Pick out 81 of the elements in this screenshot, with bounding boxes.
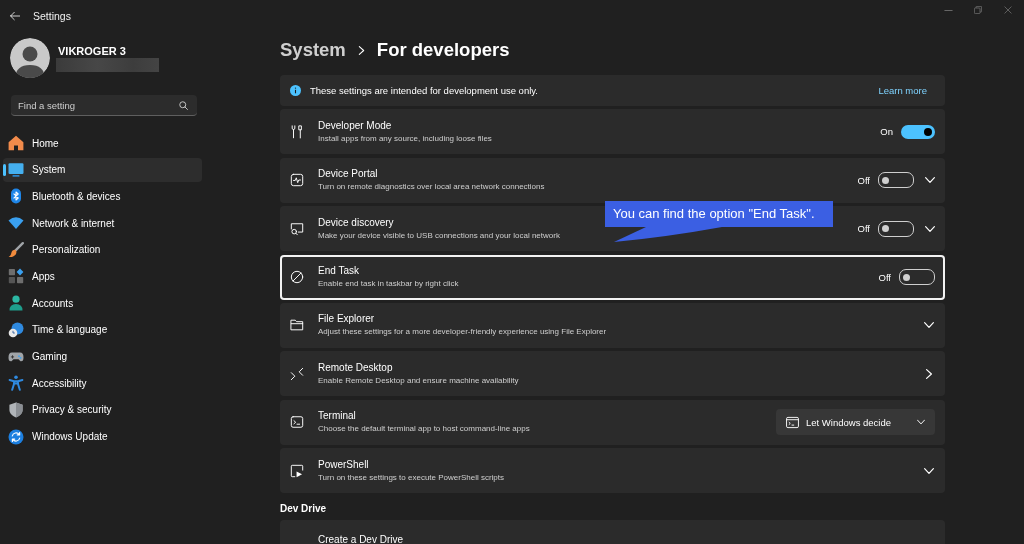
setting-card[interactable]: PowerShell Turn on these settings to execute PowerShell scripts [280,448,945,494]
monitor-icon [8,161,24,178]
setting-title: Create a Dev Drive [318,534,404,544]
search-field[interactable]: Find a setting [11,95,197,116]
window-title: Settings [33,10,71,22]
terminal-dropdown[interactable]: Let Windows decide [776,409,935,436]
setting-description: Choose the default terminal app to host command-line apps [318,423,530,435]
account-name: VIKROGER 3 [58,44,127,58]
toggle-state-label: Off [857,174,870,186]
monitor-search-icon [290,221,304,236]
toggle-switch[interactable] [878,220,914,237]
sidebar-item[interactable]: Home [3,131,202,155]
page-title: For developers [376,38,510,62]
paintbrush-icon [8,241,24,258]
globe-clock-icon [8,321,24,338]
info-text: These settings are intended for development use only. [310,85,538,96]
chevron-down-icon [917,418,925,427]
tools-icon [290,124,304,139]
pulse-square-icon [290,173,304,188]
sidebar-item[interactable]: Time & language [3,317,202,342]
setting-title: Developer Mode [318,119,393,132]
sync-arrows-icon [8,428,24,445]
person-icon [8,295,24,312]
back-arrow-icon [10,11,20,21]
chevron-down-icon [924,320,934,331]
setting-description: Turn on remote diagnostics over local area network connections [318,181,545,193]
setting-description: Make your device visible to USB connections and your local network [318,229,560,241]
sidebar-item[interactable]: Accessibility [3,371,202,396]
setting-title: File Explorer [318,313,376,326]
toggle-switch[interactable] [878,172,914,189]
toggle-state-label: On [880,126,893,138]
sidebar-item[interactable]: Gaming [3,344,202,369]
folder-icon [290,318,304,333]
setting-card[interactable]: Create a Dev Drive [280,520,945,544]
sidebar-item[interactable]: System [3,157,202,182]
setting-description: Enable end task in taskbar by right click [318,278,459,290]
setting-title: End Task [318,265,360,278]
sidebar-item[interactable]: Network & internet [3,211,202,236]
setting-title: Device discovery [318,216,395,229]
shield-icon [8,401,24,418]
chevron-right-icon [356,45,366,55]
setting-card[interactable]: Remote Desktop Enable Remote Desktop and ensure machine availability [280,351,945,397]
info-icon [290,85,301,96]
window-play-icon [290,463,304,478]
toggle-state-label: Off [857,223,870,235]
setting-title: Remote Desktop [318,361,394,374]
avatar-silhouette-icon [10,38,50,78]
apps-grid-icon [8,268,24,285]
prohibited-icon [290,270,304,285]
accessibility-figure-icon [8,375,24,392]
toggle-switch[interactable] [901,124,935,139]
close-icon [1004,6,1012,14]
bluetooth-icon [8,188,24,205]
setting-description: Adjust these settings for a more developer-friendly experience using File Explorer [318,326,607,338]
chevron-down-icon [924,465,934,476]
restore-icon [974,6,982,14]
setting-title: PowerShell [318,458,370,471]
sidebar-item[interactable]: Accounts [3,291,202,316]
terminal-icon [290,415,304,430]
house-icon [8,135,24,151]
toggle-state-label: Off [878,271,891,283]
toggle-switch[interactable] [899,269,935,286]
setting-title: Terminal [318,410,357,423]
sidebar-item[interactable]: Bluetooth & devices [3,184,202,209]
setting-title: Device Portal [318,168,379,181]
sidebar-item[interactable]: Privacy & security [3,397,202,422]
chevron-right-icon [924,368,934,379]
selection-indicator [3,163,6,176]
sidebar-item[interactable]: Windows Update [3,424,202,449]
sidebar-item[interactable]: Personalization [3,237,202,262]
inward-arrows-icon [290,366,304,381]
setting-card[interactable]: File Explorer Adjust these settings for a more developer-friendly experience using File Explorer [280,302,945,348]
sidebar-item[interactable]: Apps [3,264,202,289]
learn-more-link[interactable]: Learn more [878,85,927,96]
search-icon [179,101,188,110]
breadcrumb-parent[interactable]: System [280,38,346,62]
setting-description: Enable Remote Desktop and ensure machine availability [318,374,519,386]
setting-description: Turn on these settings to execute PowerShell scripts [318,471,505,483]
section-heading: Dev Drive [280,503,327,516]
setting-description: Install apps from any source, including loose files [318,132,492,144]
command-prompt-icon [786,415,799,429]
